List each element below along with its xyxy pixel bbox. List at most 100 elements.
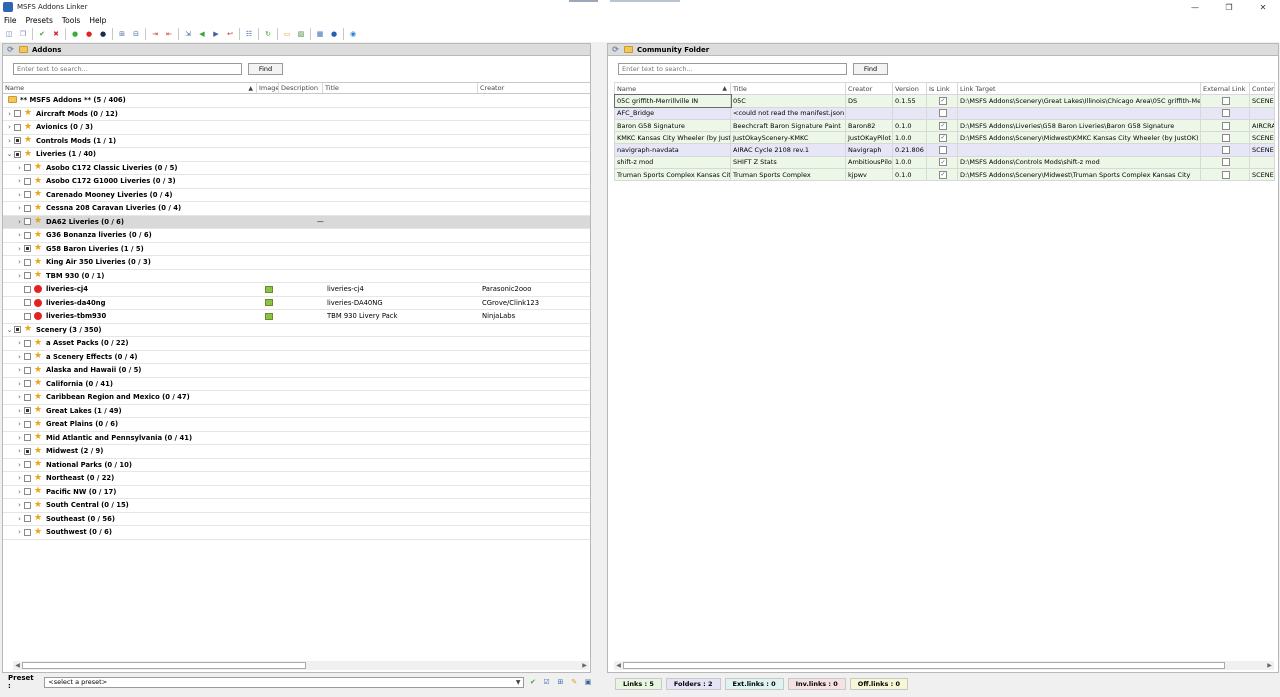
external-link-checkbox[interactable] (1222, 146, 1230, 155)
addon-checkbox[interactable] (24, 474, 31, 482)
addon-checkbox[interactable] (24, 407, 31, 415)
addon-folder-row[interactable]: › ★ Midwest (2 / 9) (3, 445, 590, 459)
addon-folder-row[interactable]: › ★ King Air 350 Liveries (0 / 3) (3, 256, 590, 270)
expand-chevron-icon[interactable]: › (15, 339, 24, 347)
cell-is-link[interactable]: ✓ (926, 94, 958, 108)
green-dot-icon[interactable]: ● (70, 29, 81, 40)
scroll-left-icon[interactable]: ◀ (13, 661, 22, 670)
column-header-version[interactable]: Version (892, 82, 927, 96)
addon-checkbox[interactable] (24, 353, 31, 361)
is-link-checkbox[interactable]: ✓ (939, 96, 947, 105)
cell-ext[interactable] (1200, 131, 1250, 145)
column-header-creator[interactable]: Creator (478, 83, 590, 93)
column-header-is-link[interactable]: Is Link (926, 82, 958, 96)
addon-folder-row[interactable]: › ★ Northeast (0 / 22) (3, 472, 590, 486)
preset-select[interactable]: <select a preset> ▼ (44, 676, 524, 688)
arrow-left-icon[interactable]: ◀ (197, 29, 208, 40)
addon-checkbox[interactable] (14, 326, 21, 334)
expand-chevron-icon[interactable]: › (15, 474, 24, 482)
addon-folder-row[interactable]: › ★ G36 Bonanza liveries (0 / 6) (3, 229, 590, 243)
table-row[interactable]: Truman Sports Complex Kansas City Truman … (614, 168, 1275, 182)
table-row[interactable]: 05C griffith-Merrillville IN 05C DS 0.1.55 ✓… (613, 93, 1275, 109)
addon-folder-row[interactable]: › ★ G58 Baron Liveries (1 / 5) (3, 243, 590, 256)
external-link-checkbox[interactable] (1222, 133, 1230, 142)
external-link-checkbox[interactable] (1222, 109, 1230, 118)
addon-folder-row[interactable]: › ★ Southeast (0 / 56) (3, 513, 590, 526)
addon-checkbox[interactable] (24, 299, 31, 307)
expand-chevron-icon[interactable]: › (15, 164, 24, 172)
addon-row[interactable]: liveries-da40ng liveries-DA40NG CGrove/Cli… (3, 297, 590, 310)
expand-chevron-icon[interactable]: › (15, 366, 24, 374)
cell-is-link[interactable]: ✓ (926, 131, 958, 145)
expand-chevron-icon[interactable]: › (15, 447, 24, 455)
scroll-left-icon[interactable]: ◀ (614, 661, 623, 670)
addon-folder-row[interactable]: › ★ National Parks (0 / 10) (3, 459, 590, 472)
addon-checkbox[interactable] (24, 312, 31, 320)
sync-icon[interactable]: ⟳ (611, 45, 620, 54)
cell-is-link[interactable]: ✓ (926, 118, 958, 133)
is-link-checkbox[interactable]: ✓ (939, 121, 947, 130)
is-link-checkbox[interactable]: ✓ (939, 158, 947, 167)
link-add-icon[interactable]: ⇥ (150, 29, 161, 40)
edit-preset-icon[interactable]: ✎ (569, 677, 580, 688)
expand-chevron-icon[interactable]: › (15, 231, 24, 239)
addon-folder-row[interactable]: › ★ Cessna 208 Caravan Liveries (0 / 4) (3, 202, 590, 216)
addon-checkbox[interactable] (24, 231, 31, 239)
column-header-description[interactable]: Description (279, 83, 323, 93)
expand-chevron-icon[interactable]: › (15, 488, 24, 496)
external-link-checkbox[interactable] (1222, 158, 1230, 167)
column-header-conten[interactable]: Conten (1249, 82, 1275, 96)
cell-is-link[interactable] (926, 143, 958, 157)
addon-checkbox[interactable] (24, 420, 31, 428)
addon-folder-row[interactable]: › ★ California (0 / 41) (3, 378, 590, 391)
addon-folder-row[interactable]: › ★ a Scenery Effects (0 / 4) (3, 351, 590, 364)
add-preset-icon[interactable]: ⊞ (555, 677, 566, 688)
addon-folder-row[interactable]: › ★ Great Lakes (1 / 49) (3, 405, 590, 418)
menu-item-help[interactable]: Help (85, 16, 111, 25)
expand-chevron-icon[interactable]: › (15, 407, 24, 415)
new-icon[interactable]: ◫ (4, 29, 15, 40)
expand-chevron-icon[interactable]: ⌄ (5, 150, 14, 158)
expand-chevron-icon[interactable]: › (15, 204, 24, 212)
expand-chevron-icon[interactable]: › (15, 501, 24, 509)
cell-is-link[interactable]: ✓ (926, 168, 958, 182)
check-preset-icon[interactable]: ☑ (541, 677, 552, 688)
addon-checkbox[interactable] (24, 434, 31, 442)
expand-chevron-icon[interactable]: › (15, 380, 24, 388)
addon-checkbox[interactable] (24, 393, 31, 401)
expand-chevron-icon[interactable]: › (5, 123, 14, 131)
table-row[interactable]: Baron G58 Signature Beechcraft Baron Sign… (614, 118, 1275, 133)
image-thumbnail-icon[interactable] (265, 285, 273, 293)
cell-ext[interactable] (1200, 118, 1250, 133)
copy-icon[interactable]: ❐ (18, 29, 29, 40)
addon-folder-row[interactable]: › ★ Aircraft Mods (0 / 12) (3, 108, 590, 121)
cell-is-link[interactable]: ✓ (926, 155, 958, 170)
addon-folder-row[interactable]: › ★ Asobo C172 G1000 Liveries (0 / 3) (3, 175, 590, 189)
addon-checkbox[interactable] (24, 285, 31, 293)
cancel-icon[interactable]: ✖ (51, 29, 62, 40)
save-preset-icon[interactable]: ▣ (583, 677, 594, 688)
addon-folder-row[interactable]: › ★ Pacific NW (0 / 17) (3, 486, 590, 499)
tree-link-icon[interactable]: ⇲ (183, 29, 194, 40)
tree-icon[interactable]: ☷ (244, 29, 255, 40)
expand-all-icon[interactable]: ⊞ (117, 29, 128, 40)
addon-folder-row[interactable]: › ★ Carenado Mooney Liveries (0 / 4) (3, 189, 590, 202)
image-thumbnail-icon[interactable] (265, 299, 273, 307)
expand-chevron-icon[interactable]: › (15, 515, 24, 523)
addon-folder-row[interactable]: › ★ Asobo C172 Classic Liveries (0 / 5) (3, 162, 590, 175)
apply-preset-icon[interactable]: ✔ (528, 677, 539, 688)
addon-checkbox[interactable] (24, 447, 31, 455)
expand-chevron-icon[interactable]: › (15, 528, 24, 536)
addon-folder-row[interactable]: ** MSFS Addons ** (5 / 406) (3, 94, 590, 108)
addon-checkbox[interactable] (14, 137, 21, 145)
expand-chevron-icon[interactable]: › (15, 353, 24, 361)
column-header-name[interactable]: Name ▲ (3, 83, 257, 93)
scroll-right-icon[interactable]: ▶ (1265, 661, 1274, 670)
collapse-all-icon[interactable]: ⊟ (131, 29, 142, 40)
expand-chevron-icon[interactable]: › (15, 434, 24, 442)
external-link-checkbox[interactable] (1222, 96, 1230, 105)
expand-chevron-icon[interactable]: › (5, 137, 14, 145)
cell-is-link[interactable] (926, 106, 958, 120)
cell-ext[interactable] (1200, 106, 1250, 120)
check-icon[interactable]: ✔ (37, 29, 48, 40)
